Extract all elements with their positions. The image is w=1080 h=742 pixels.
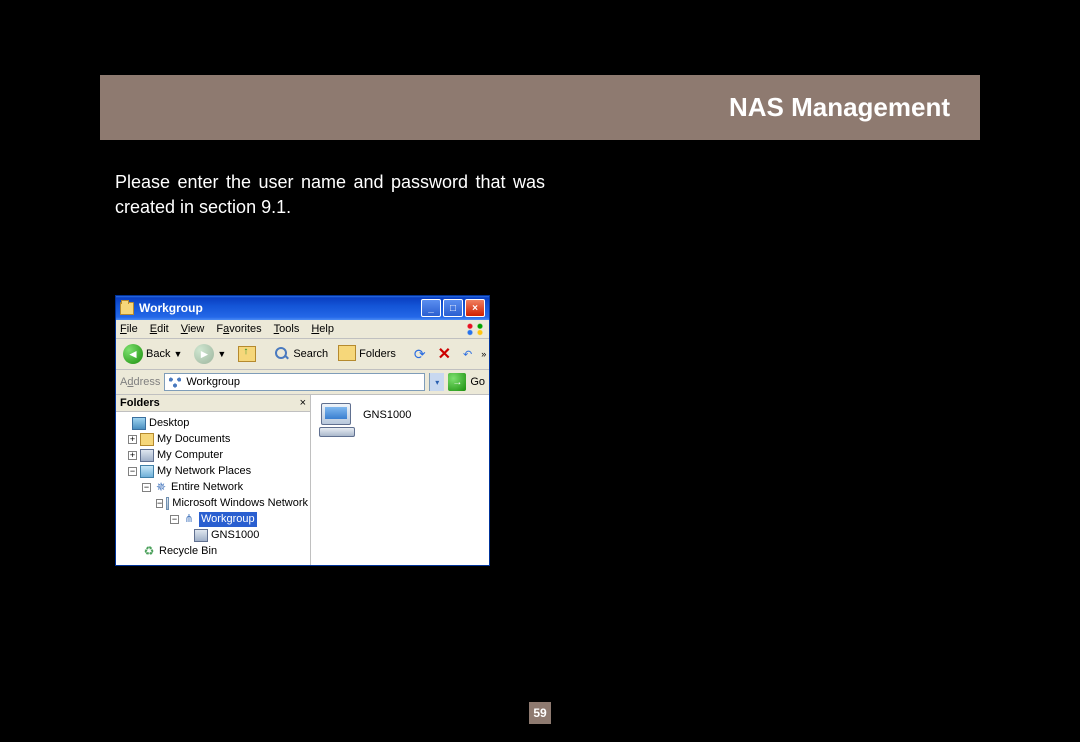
tree-label-selected: Workgroup <box>199 512 257 527</box>
page-title: NAS Management <box>729 92 950 123</box>
computer-icon <box>140 449 154 462</box>
back-icon: ◄ <box>123 344 143 364</box>
menu-view[interactable]: View <box>181 323 205 335</box>
menu-favorites[interactable]: Favorites <box>216 323 261 335</box>
explorer-window: Workgroup _ □ × File Edit View Favorites… <box>115 295 490 566</box>
delete-button[interactable]: ✕ <box>435 342 454 366</box>
tree-label: Microsoft Windows Network <box>172 496 308 511</box>
tree-network-places[interactable]: − My Network Places <box>118 464 308 480</box>
tree-label: Desktop <box>149 416 189 431</box>
windows-network-icon <box>166 497 169 510</box>
page-header: NAS Management <box>100 75 980 140</box>
tree-ms-windows-network[interactable]: − Microsoft Windows Network <box>118 496 308 512</box>
toolbar: ◄ Back ▼ ► ▼ Search Folders ⟳ ✕ ↶ » <box>116 339 489 370</box>
collapse-icon[interactable]: − <box>142 483 151 492</box>
recycle-bin-icon: ♻ <box>142 545 156 558</box>
folders-pane-title: Folders <box>120 397 160 409</box>
tree-desktop[interactable]: Desktop <box>118 416 308 432</box>
close-button[interactable]: × <box>465 299 485 317</box>
up-button[interactable] <box>235 344 259 364</box>
expand-icon[interactable]: + <box>128 435 137 444</box>
network-places-icon <box>140 465 154 478</box>
overflow-chevron-icon[interactable]: » <box>481 349 486 359</box>
back-button[interactable]: ◄ Back ▼ <box>120 342 185 366</box>
forward-button[interactable]: ► ▼ <box>191 342 229 366</box>
go-button[interactable]: → <box>448 373 466 391</box>
delete-icon: ✕ <box>438 344 451 364</box>
minimize-button[interactable]: _ <box>421 299 441 317</box>
menu-tools[interactable]: Tools <box>274 323 300 335</box>
tree-my-computer[interactable]: + My Computer <box>118 448 308 464</box>
folder-tree: Desktop + My Documents + My Computer − M… <box>116 412 310 564</box>
window-title: Workgroup <box>139 301 203 315</box>
tree-workgroup[interactable]: − ⋔ Workgroup <box>118 512 308 528</box>
address-dropdown[interactable]: ▾ <box>429 373 444 391</box>
tree-label: My Documents <box>157 432 230 447</box>
search-button[interactable]: Search <box>271 344 331 364</box>
collapse-icon[interactable]: − <box>128 467 137 476</box>
collapse-icon[interactable]: − <box>170 515 179 524</box>
tree-label: GNS1000 <box>211 528 259 543</box>
sync-icon: ⟳ <box>414 346 426 363</box>
address-label: Address <box>120 376 160 388</box>
addressbar: Address Workgroup ▾ → Go <box>116 370 489 395</box>
tree-label: Entire Network <box>171 480 243 495</box>
menu-file[interactable]: File <box>120 323 138 335</box>
tree-label: My Network Places <box>157 464 251 479</box>
folder-up-icon <box>238 346 256 362</box>
sync-button[interactable]: ⟳ <box>411 344 429 365</box>
chevron-down-icon: ▼ <box>217 349 226 359</box>
tree-recycle-bin[interactable]: ♻ Recycle Bin <box>118 544 308 560</box>
page-number: 59 <box>529 702 551 724</box>
computer-icon <box>194 529 208 542</box>
network-icon: ✵ <box>154 481 168 494</box>
folders-icon <box>340 347 356 361</box>
content-item-label[interactable]: GNS1000 <box>363 409 411 421</box>
desktop-icon <box>132 417 146 430</box>
tree-my-documents[interactable]: + My Documents <box>118 432 308 448</box>
folder-icon <box>140 433 154 446</box>
menu-help[interactable]: Help <box>311 323 334 335</box>
content-pane[interactable]: GNS1000 <box>311 395 489 565</box>
folders-pane-header: Folders × <box>116 395 310 412</box>
undo-icon: ↶ <box>463 348 472 361</box>
back-label: Back <box>146 348 170 360</box>
workgroup-icon <box>168 376 182 388</box>
tree-label: My Computer <box>157 448 223 463</box>
collapse-icon[interactable]: − <box>156 499 163 508</box>
search-icon <box>274 346 290 362</box>
go-label: Go <box>470 376 485 388</box>
address-input[interactable]: Workgroup <box>164 373 425 391</box>
search-label: Search <box>293 348 328 360</box>
client-area: Folders × Desktop + My Documents + My C <box>116 395 489 565</box>
folders-pane: Folders × Desktop + My Documents + My C <box>116 395 311 565</box>
forward-icon: ► <box>194 344 214 364</box>
tree-label: Recycle Bin <box>159 544 217 559</box>
tree-entire-network[interactable]: − ✵ Entire Network <box>118 480 308 496</box>
close-pane-icon[interactable]: × <box>300 397 306 409</box>
menu-edit[interactable]: Edit <box>150 323 169 335</box>
address-value: Workgroup <box>186 376 240 388</box>
tree-gns1000[interactable]: GNS1000 <box>118 528 308 544</box>
menubar: File Edit View Favorites Tools Help <box>116 320 489 339</box>
maximize-button[interactable]: □ <box>443 299 463 317</box>
folders-button[interactable]: Folders <box>337 345 399 363</box>
instruction-text: Please enter the user name and password … <box>115 170 545 220</box>
chevron-down-icon: ▼ <box>173 349 182 359</box>
folder-icon <box>120 302 134 315</box>
expand-icon[interactable]: + <box>128 451 137 460</box>
computer-large-icon[interactable] <box>319 403 355 437</box>
folders-label: Folders <box>359 348 396 360</box>
workgroup-icon: ⋔ <box>182 513 196 526</box>
titlebar[interactable]: Workgroup _ □ × <box>116 296 489 320</box>
windows-flag-icon <box>465 322 485 336</box>
undo-button[interactable]: ↶ <box>460 346 475 363</box>
